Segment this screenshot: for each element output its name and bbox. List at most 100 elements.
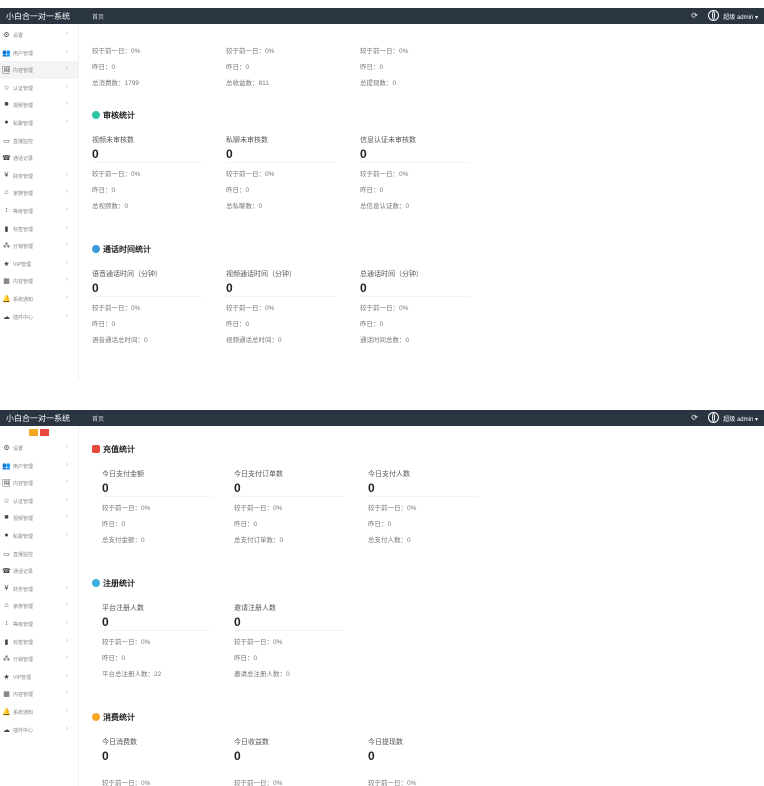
- sidebar-item[interactable]: ¥ 财务管理 ›: [0, 167, 78, 185]
- stat-value: 0: [234, 615, 241, 629]
- sidebar-item[interactable]: ● 私聊管理 ›: [0, 527, 78, 545]
- total-text: 总信息认证数：0: [360, 203, 410, 210]
- recharge-section: 充值统计 今日支付金额 0 较于前一日：0% 昨日：0 总支付金额：0 今日支付…: [92, 444, 752, 564]
- sidebar-item[interactable]: ▭ 直播监控: [0, 545, 78, 563]
- sidebar-item-label: 内容管理: [13, 692, 34, 699]
- sidebar-item-label: 插件中心: [13, 314, 34, 321]
- sidebar-item[interactable]: ⁂ 分销管理 ›: [0, 650, 78, 668]
- sidebar-item[interactable]: ▦ 内容管理 ›: [0, 272, 78, 290]
- calltime-section: 通话时间统计 语音通话时间（分钟） 0 较于前一日：0% 昨日：0 语音通话总时…: [92, 244, 752, 344]
- menu-icon: ⚙: [3, 32, 10, 39]
- stat-label: 平台注册人数: [102, 605, 144, 612]
- compare-text: 较于前一日：0%: [234, 780, 283, 786]
- sidebar-item[interactable]: ▮ 标签管理 ›: [0, 633, 78, 651]
- sidebar-item[interactable]: ⁂ 分销管理 ›: [0, 237, 78, 255]
- total-text: 总收益数：811: [226, 80, 269, 87]
- menu-icon: ☁: [3, 726, 10, 734]
- menu-icon: ¥: [4, 171, 9, 179]
- tab-home[interactable]: 首页: [92, 414, 104, 423]
- chevron-right-icon: ›: [66, 514, 68, 521]
- menu-icon: ▦: [3, 278, 10, 286]
- chevron-right-icon: ›: [66, 461, 68, 468]
- stat-label: 今日支付金额: [102, 471, 144, 478]
- section-title: 通话时间统计: [92, 244, 151, 256]
- coin-icon: [92, 713, 100, 721]
- total-text: 平台总注册人数：22: [102, 671, 162, 678]
- chevron-right-icon: ›: [66, 118, 68, 125]
- sidebar-item[interactable]: ⌂ 家族管理 ›: [0, 597, 78, 615]
- sidebar-item-label: 财务管理: [13, 586, 34, 593]
- sidebar-item[interactable]: ¥ 财务管理 ›: [0, 580, 78, 598]
- sidebar-item[interactable]: ☆ 认证管理 ›: [0, 79, 78, 97]
- chevron-right-icon: ›: [66, 259, 68, 266]
- total-text: 视频通话总时间：0: [226, 337, 282, 344]
- menu-icon: ▭: [3, 550, 10, 558]
- compare-text: 较于前一日：0%: [360, 48, 409, 55]
- sidebar-item[interactable]: 🖼 内容管理 ›: [0, 61, 78, 79]
- menu-icon: ●: [4, 118, 9, 126]
- sidebar-item[interactable]: ☎ 通话记录: [0, 562, 78, 580]
- sidebar-item[interactable]: ☎ 通话记录: [0, 149, 78, 167]
- sidebar-item[interactable]: ▮ 标签管理 ›: [0, 220, 78, 238]
- sidebar-item-label: 等级管理: [13, 208, 34, 215]
- chevron-right-icon: ›: [66, 637, 68, 644]
- home-shortcut-button[interactable]: [29, 429, 38, 436]
- menu-icon: ☁: [3, 313, 10, 321]
- sidebar-item[interactable]: 👥 用户管理 ›: [0, 457, 78, 475]
- divider: [92, 162, 202, 163]
- compare-text: 较于前一日：0%: [92, 305, 141, 312]
- menu-icon: ●: [4, 531, 9, 539]
- sidebar: ⚙ 设置 › 👥 用户管理 › 🖼 内容管理 › ☆ 认证管理 › ■ 视频管理 › ● 私聊管理 › ▭ 直播监控 ☎…: [0, 24, 79, 380]
- stat-value: 0: [92, 281, 99, 295]
- app-title: 小白合一对一系统: [6, 414, 70, 423]
- user-menu[interactable]: 超级 admin ▾: [723, 414, 758, 423]
- globe-icon[interactable]: [708, 412, 719, 423]
- menu-icon: 👥: [2, 49, 11, 57]
- stat-label: 邀请注册人数: [234, 605, 276, 612]
- sidebar-item[interactable]: ⚙ 设置 ›: [0, 26, 78, 44]
- sidebar-item[interactable]: 🔔 系统通知 ›: [0, 703, 78, 721]
- sidebar-item[interactable]: ☁ 插件中心 ›: [0, 721, 78, 739]
- alert-shortcut-button[interactable]: [40, 429, 49, 436]
- yesterday-text: 昨日：0: [360, 321, 384, 328]
- refresh-icon[interactable]: ⟳: [691, 413, 698, 422]
- sidebar-item[interactable]: 👥 用户管理 ›: [0, 44, 78, 62]
- chevron-right-icon: ›: [66, 277, 68, 284]
- sidebar-item[interactable]: ▭ 直播监控: [0, 132, 78, 150]
- sidebar-item-label: 用户管理: [13, 463, 34, 470]
- menu-icon: ⁂: [3, 243, 10, 251]
- menu-icon: 🔔: [2, 295, 11, 303]
- sidebar-item[interactable]: ⌂ 家族管理 ›: [0, 184, 78, 202]
- total-text: 总视频数：0: [92, 203, 129, 210]
- sidebar-item[interactable]: ■ 视频管理 ›: [0, 509, 78, 527]
- sidebar-item[interactable]: 🔔 系统通知 ›: [0, 290, 78, 308]
- chevron-right-icon: ›: [66, 224, 68, 231]
- divider: [226, 162, 336, 163]
- sidebar-item[interactable]: ★ VIP管理 ›: [0, 668, 78, 686]
- sidebar-item[interactable]: ● 私聊管理 ›: [0, 114, 78, 132]
- stat-label: 视频未审核数: [92, 137, 134, 144]
- total-text: 语音通话总时间：0: [92, 337, 148, 344]
- sidebar-item[interactable]: ▦ 内容管理 ›: [0, 685, 78, 703]
- sidebar-item[interactable]: ☁ 插件中心 ›: [0, 308, 78, 326]
- stat-label: 信息认证未审核数: [360, 137, 416, 144]
- sidebar-item[interactable]: ■ 视频管理 ›: [0, 96, 78, 114]
- sidebar-item[interactable]: ↕ 等级管理 ›: [0, 615, 78, 633]
- sidebar-item[interactable]: ★ VIP管理 ›: [0, 255, 78, 273]
- menu-icon: ★: [3, 673, 10, 681]
- sidebar-item[interactable]: ↕ 等级管理 ›: [0, 202, 78, 220]
- chevron-right-icon: ›: [66, 584, 68, 591]
- sidebar-item[interactable]: ⚙ 设置 ›: [0, 439, 78, 457]
- sidebar-item-label: 设置: [13, 446, 24, 452]
- sidebar-item-label: 私聊管理: [13, 120, 34, 127]
- yesterday-text: 昨日：0: [226, 187, 250, 194]
- yesterday-text: 昨日：0: [234, 655, 258, 662]
- sidebar-item[interactable]: ☆ 认证管理 ›: [0, 492, 78, 510]
- sidebar-item-label: 私聊管理: [13, 533, 34, 540]
- chevron-right-icon: ›: [66, 83, 68, 90]
- stat-label: 今日提现数: [368, 739, 403, 746]
- sidebar-item-label: 插件中心: [13, 727, 34, 734]
- stat-value: 0: [92, 147, 99, 161]
- sidebar-item[interactable]: 🖼 内容管理 ›: [0, 474, 78, 492]
- sidebar-item-label: 等级管理: [13, 621, 34, 628]
